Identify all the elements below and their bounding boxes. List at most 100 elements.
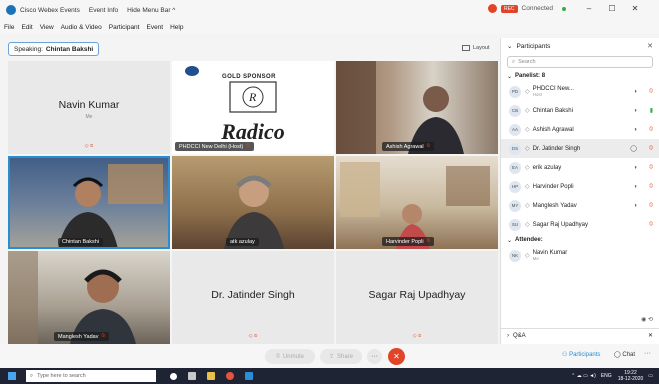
participant-search-input[interactable]: ⌕ Search	[507, 56, 653, 68]
participant-row[interactable]: SU ◇ Sagar Raj Upadhyay ⦸	[501, 215, 659, 234]
windows-taskbar: ⌕ Type here to search ⌃ ☁ ▭ ◄) ENG 19:22…	[0, 368, 659, 384]
windows-start-icon[interactable]	[8, 372, 16, 380]
participant-row[interactable]: PD ◇ PHDCCI New... Host ◑ ⦸	[501, 82, 659, 101]
tile-label: Manglesh Yadav ⦸	[54, 332, 110, 341]
menu-audio-video[interactable]: Audio & Video	[61, 24, 102, 31]
speaking-indicator: Speaking: Chintan Bakshi	[8, 42, 100, 56]
menu-help[interactable]: Help	[170, 24, 183, 31]
controls-more-button[interactable]: ···	[644, 350, 651, 357]
notification-icon[interactable]: ▭	[648, 373, 653, 379]
video-feed	[340, 162, 490, 249]
task-view-icon[interactable]	[188, 372, 196, 380]
video-tile-ashish-agrawal[interactable]: Ashish Agrawal ⦸	[336, 61, 498, 154]
tile-label: Chintan Bakshi	[58, 238, 103, 246]
participant-name: erik azulay	[532, 164, 562, 171]
mic-muted-icon: ⦸	[649, 126, 653, 132]
avatar: CB	[509, 104, 521, 117]
avatar: SU	[509, 218, 521, 231]
tile-label-text: Harvinder Popli	[386, 238, 424, 245]
event-info-button[interactable]: Event Info	[89, 7, 118, 14]
webex-taskbar-icon[interactable]	[245, 372, 253, 380]
video-icon: ◇	[525, 108, 530, 114]
close-panel-icon[interactable]: ✕	[647, 42, 653, 50]
participants-button[interactable]: ⚇ Participants	[562, 351, 600, 358]
participant-row[interactable]: AA ◇ Ashish Agrawal ◑ ⦸	[501, 120, 659, 139]
connection-status: Connected	[521, 5, 553, 12]
video-icon: ◇	[525, 146, 530, 152]
maximize-button[interactable]: ☐	[605, 4, 619, 13]
chrome-icon[interactable]	[226, 372, 234, 380]
camera-icon: ◑	[633, 164, 637, 171]
participant-row[interactable]: NK ◇ Navin Kumar Me	[501, 246, 659, 265]
participant-role: Me	[532, 256, 539, 261]
menu-edit[interactable]: Edit	[21, 24, 32, 31]
tray-icons[interactable]: ⌃ ☁ ▭ ◄)	[571, 373, 596, 379]
tile-label-text: atk azulay	[230, 239, 255, 245]
participant-name: Chintan Bakshi	[532, 107, 573, 114]
share-button[interactable]: ⇪ Share	[320, 349, 362, 364]
avatar: MY	[509, 199, 521, 212]
chat-button[interactable]: ◯ Chat	[614, 351, 635, 358]
avatar: EA	[509, 161, 521, 174]
leave-button[interactable]: ✕	[388, 348, 405, 365]
video-tile-sagar-raj-upadhyay[interactable]: Sagar Raj Upadhyay ◇ ⦸	[336, 251, 498, 344]
panelists-group-label: Panelist: 8	[515, 73, 546, 79]
camera-icon: ◑	[633, 202, 637, 209]
mic-muted-icon: ⦸	[649, 164, 653, 170]
chat-icon[interactable]: ◯	[630, 145, 637, 152]
mic-muted-icon: ◇ ⦸	[412, 333, 422, 339]
speaking-label: Speaking:	[14, 45, 43, 53]
video-tile-harvinder-popli[interactable]: Harvinder Popli ⦸	[336, 156, 498, 249]
menu-participant[interactable]: Participant	[109, 24, 140, 31]
attendees-group-header[interactable]: ⌄ Attendee:	[501, 234, 659, 246]
hide-menu-bar-button[interactable]: Hide Menu Bar ^	[127, 7, 175, 14]
participant-row[interactable]: DS ◇ Dr. Jatinder Singh ◯ ⦸	[501, 139, 659, 158]
cortana-icon[interactable]	[170, 372, 177, 380]
share-label: Share	[337, 353, 354, 360]
video-tile-chintan-bakshi[interactable]: Chintan Bakshi	[8, 156, 170, 249]
participants-header[interactable]: ⌄ Participants ✕	[501, 38, 659, 54]
tile-name: Dr. Jatinder Singh	[211, 289, 295, 301]
participants-label: Participants	[569, 352, 601, 358]
video-tile-erik-azulay[interactable]: atk azulay	[172, 156, 334, 249]
chevron-down-icon: ⌄	[507, 43, 513, 50]
minimize-button[interactable]: –	[582, 4, 596, 13]
video-feed	[224, 175, 284, 249]
taskbar-search-input[interactable]: ⌕ Type here to search	[26, 370, 156, 382]
unmute-label: Unmute	[282, 353, 304, 360]
close-qa-icon[interactable]: ✕	[648, 332, 653, 339]
participant-name: Dr. Jatinder Singh	[532, 145, 581, 152]
participant-row[interactable]: HP ◇ Harvinder Popli ◑ ⦸	[501, 177, 659, 196]
panel-options-icon[interactable]: ◉ ⟲	[641, 316, 653, 323]
menu-event[interactable]: Event	[146, 24, 163, 31]
qa-panel-header[interactable]: › Q&A ✕	[501, 328, 659, 342]
video-icon: ◇	[525, 165, 530, 171]
chat-label: Chat	[622, 352, 636, 358]
video-tile-jatinder-singh[interactable]: Dr. Jatinder Singh ◇ ⦸	[172, 251, 334, 344]
video-grid: Navin Kumar Me ◇ ⦸ R GOLD SPONSOR Radico…	[8, 61, 498, 344]
more-options-button[interactable]: ···	[367, 349, 382, 364]
tile-label: Harvinder Popli ⦸	[382, 237, 435, 246]
participants-icon: ⚇	[562, 352, 568, 358]
system-tray: ⌃ ☁ ▭ ◄) ENG 19:22 18-12-2020 ▭	[571, 370, 653, 382]
panelists-group-header[interactable]: ⌄ Panelist: 8	[501, 70, 659, 82]
avatar: PD	[509, 85, 521, 98]
video-tile-sponsor[interactable]: R GOLD SPONSOR Radico PHDCCI New Delhi (…	[172, 61, 334, 154]
taskbar-clock[interactable]: 19:22 18-12-2020	[618, 370, 644, 382]
menu-view[interactable]: View	[40, 24, 54, 31]
chevron-down-icon: ⌄	[507, 73, 513, 80]
meeting-controls: ⦸ Unmute ⇪ Share ··· ✕ ⚇ Participants ◯ …	[0, 344, 659, 368]
close-window-button[interactable]: ✕	[628, 4, 642, 13]
menu-file[interactable]: File	[4, 24, 14, 31]
file-explorer-icon[interactable]	[207, 372, 215, 380]
video-tile-manglesh-yadav[interactable]: Manglesh Yadav ⦸	[8, 251, 170, 344]
layout-button[interactable]: Layout	[462, 45, 490, 51]
participant-row[interactable]: CB ◇ Chintan Bakshi ◑ ▮	[501, 101, 659, 120]
language-indicator[interactable]: ENG	[601, 373, 612, 379]
unmute-button[interactable]: ⦸ Unmute	[265, 349, 315, 364]
taskbar-search-placeholder: Type here to search	[37, 373, 86, 379]
mic-muted-icon: ⦸	[649, 145, 653, 151]
video-tile-navin-kumar[interactable]: Navin Kumar Me ◇ ⦸	[8, 61, 170, 154]
participant-row[interactable]: EA ◇ erik azulay ◑ ⦸	[501, 158, 659, 177]
participant-row[interactable]: MY ◇ Manglesh Yadav ◑ ⦸	[501, 196, 659, 215]
